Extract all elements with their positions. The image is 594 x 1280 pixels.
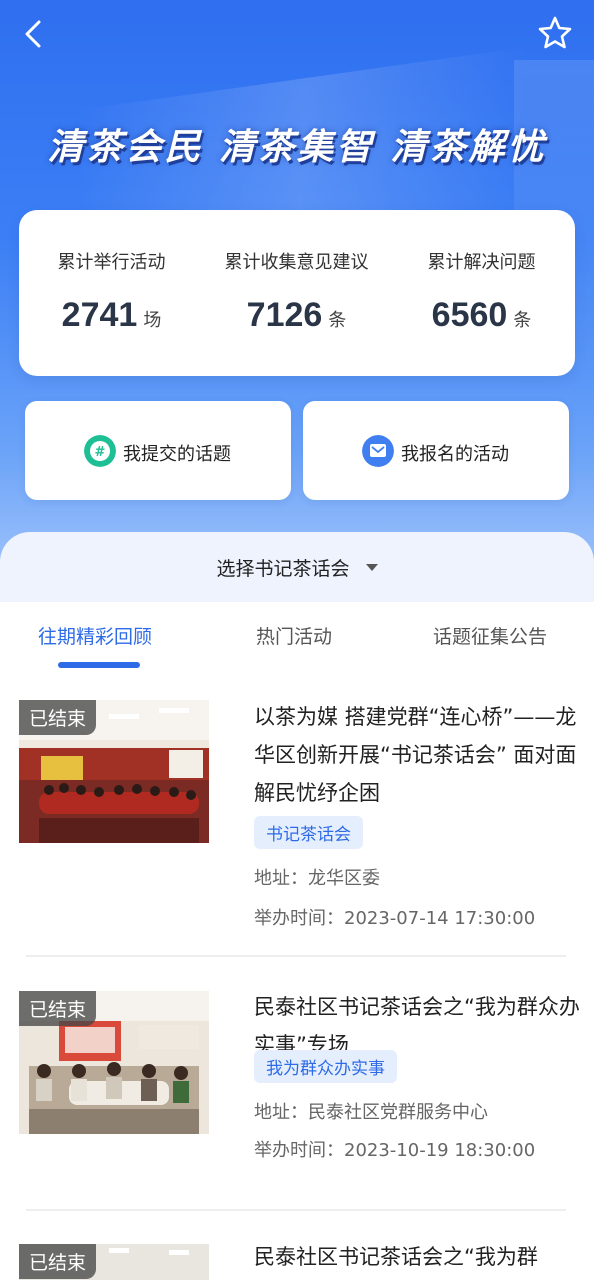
status-badge: 已结束	[19, 991, 97, 1026]
topic-icon: #	[84, 435, 116, 467]
my-activities-label: 我报名的活动	[401, 444, 509, 465]
activity-photo: 已结束	[19, 991, 209, 1134]
caret-down-icon	[366, 564, 378, 571]
divider	[26, 955, 566, 957]
tab-bar: 往期精彩回顾 热门活动 话题征集公告	[0, 602, 594, 680]
top-bar	[0, 0, 594, 68]
hero-slogan: 清茶会民 清茶集智 清茶解忧	[47, 126, 547, 168]
activity-address: 地址：民泰社区党群服务中心	[254, 1102, 488, 1123]
activity-photo: 已结束	[19, 700, 209, 843]
list-item[interactable]: 已结束 民泰社区书记茶话会之“我为群	[0, 1212, 594, 1280]
activity-photo: 已结束	[19, 1244, 209, 1280]
activity-title: 以茶为媒 搭建党群“连心桥”——龙华区创新开展“书记茶话会” 面对面解民忧纾企困	[254, 705, 577, 805]
chevron-left-icon	[25, 20, 41, 48]
stat-unit: 条	[513, 310, 532, 331]
stat-value: 2741	[61, 296, 138, 334]
stat-suggestions: 累计收集意见建议 7126 条	[204, 210, 389, 376]
stat-unit: 场	[143, 310, 162, 331]
stat-label: 累计解决问题	[427, 252, 536, 273]
stat-unit: 条	[328, 310, 347, 331]
active-tab-indicator	[58, 662, 140, 668]
my-activities-button[interactable]: 我报名的活动	[303, 401, 569, 500]
tab-topic-announcement[interactable]: 话题征集公告	[433, 622, 547, 649]
stat-value: 6560	[431, 296, 508, 334]
favorite-button[interactable]	[536, 14, 574, 52]
tab-hot-activities[interactable]: 热门活动	[256, 622, 332, 649]
stat-label: 累计举行活动	[57, 252, 166, 273]
activity-time: 举办时间：2023-10-19 18:30:00	[254, 1140, 536, 1161]
activity-tag: 我为群众办实事	[254, 1050, 397, 1083]
list-item[interactable]: 已结束 以茶为媒 搭建党群“连心桥”——龙华区创新开展“书记茶话会” 面对面解民…	[0, 680, 594, 958]
tea-party-selector[interactable]: 选择书记茶话会	[0, 532, 594, 602]
stat-label: 累计收集意见建议	[224, 252, 369, 273]
message-flag-icon	[362, 435, 394, 467]
stats-card: 累计举行活动 2741 场 累计收集意见建议 7126 条 累计解决问题 6560 条	[19, 210, 575, 376]
activity-title: 民泰社区书记茶话会之“我为群	[254, 1245, 538, 1269]
activity-address: 地址：龙华区委	[254, 868, 380, 889]
my-topics-label: 我提交的话题	[123, 444, 231, 465]
activity-time: 举办时间：2023-07-14 17:30:00	[254, 908, 536, 929]
status-badge: 已结束	[19, 1244, 97, 1279]
svg-text:#: #	[95, 445, 106, 460]
stat-value: 7126	[246, 296, 323, 334]
list-item[interactable]: 已结束 民泰社区书记茶话会之“我为群众办实事”专场 我为群众办实事 地址：民泰社…	[0, 958, 594, 1212]
tab-past-highlights[interactable]: 往期精彩回顾	[38, 622, 152, 649]
star-outline-icon	[538, 16, 572, 49]
divider	[26, 1209, 566, 1211]
my-topics-button[interactable]: # 我提交的话题	[25, 401, 291, 500]
activity-tag: 书记茶话会	[254, 816, 363, 849]
selector-label: 选择书记茶话会	[216, 558, 350, 580]
back-button[interactable]	[18, 16, 52, 52]
stat-problems-solved: 累计解决问题 6560 条	[389, 210, 574, 376]
stat-activities: 累计举行活动 2741 场	[19, 210, 204, 376]
status-badge: 已结束	[19, 700, 97, 735]
